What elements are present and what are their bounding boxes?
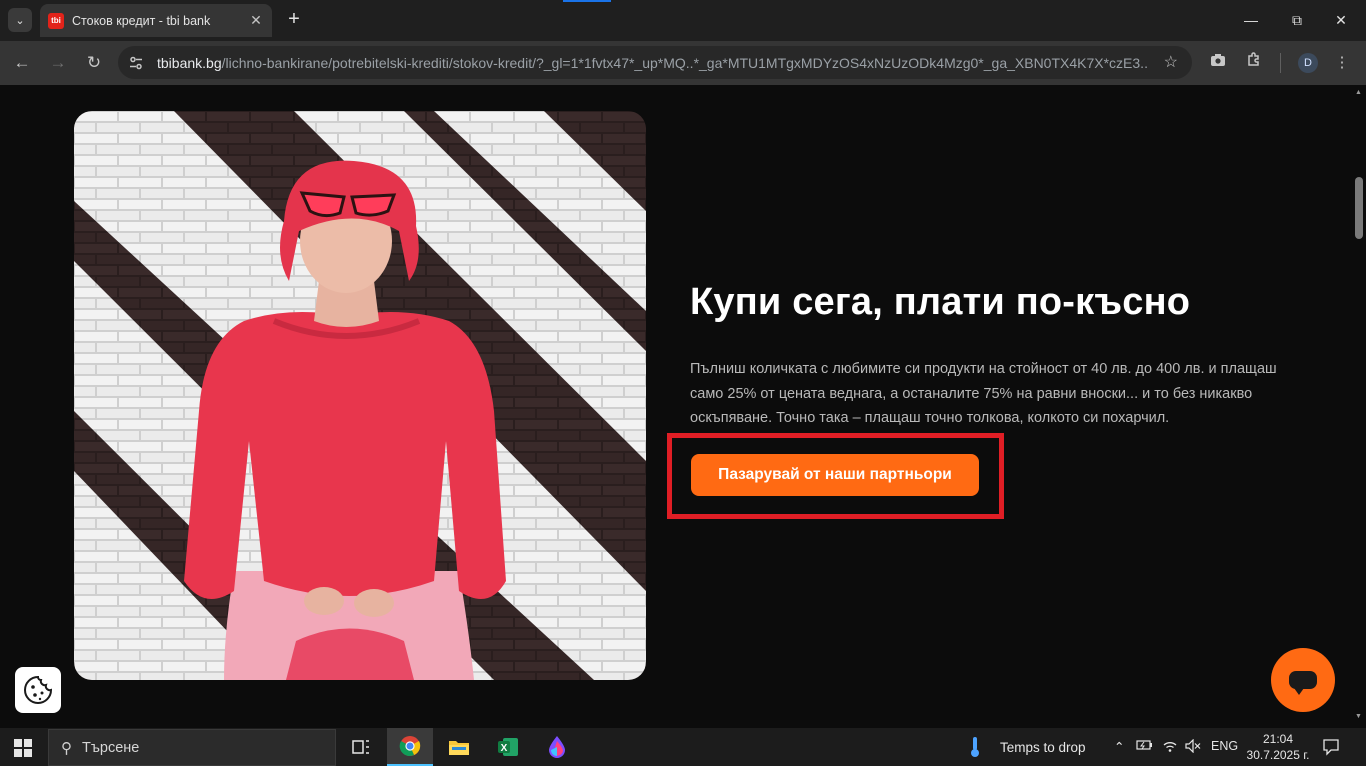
- taskbar-search-placeholder: Търсене: [82, 739, 140, 756]
- chat-bubble-icon: [1289, 671, 1317, 695]
- color-drop-app-icon[interactable]: [534, 728, 580, 766]
- battery-charging-icon[interactable]: [1136, 739, 1154, 754]
- camera-icon[interactable]: [1206, 51, 1230, 75]
- hero-headline: Купи сега, плати по-късно: [690, 281, 1191, 323]
- input-language-indicator[interactable]: ENG: [1211, 739, 1238, 753]
- bookmark-star-icon[interactable]: ☆: [1164, 52, 1178, 72]
- restore-button[interactable]: ⧉: [1282, 6, 1312, 34]
- web-page: Купи сега, плати по-късно Пълниш количка…: [0, 85, 1352, 728]
- profile-avatar[interactable]: D: [1298, 53, 1318, 73]
- scrollbar-thumb[interactable]: [1355, 177, 1363, 239]
- file-explorer-icon[interactable]: [436, 728, 482, 766]
- close-window-button[interactable]: ✕: [1326, 6, 1356, 34]
- toolbar-separator: [1280, 53, 1281, 73]
- chat-button[interactable]: [1271, 648, 1335, 712]
- task-view-icon[interactable]: [338, 728, 384, 766]
- windows-start-icon[interactable]: [14, 739, 32, 757]
- volume-muted-icon[interactable]: [1185, 738, 1201, 756]
- back-button[interactable]: ←: [8, 49, 36, 77]
- minimize-button[interactable]: —: [1236, 6, 1266, 34]
- forward-button[interactable]: →: [44, 49, 72, 77]
- tab-title: Стоков кредит - tbi bank: [72, 13, 211, 28]
- clock-date: 30.7.2025 г.: [1246, 748, 1310, 762]
- scroll-down-arrow-icon[interactable]: ▼: [1355, 713, 1362, 720]
- svg-text:X: X: [501, 743, 508, 754]
- taskbar-search-box[interactable]: ⚲ Търсене: [48, 729, 336, 766]
- system-clock[interactable]: 21:04 30.7.2025 г.: [1246, 731, 1310, 763]
- weather-widget[interactable]: Temps to drop: [968, 736, 1086, 758]
- chevron-down-icon: ⌄: [15, 14, 25, 27]
- reload-button[interactable]: ↻: [80, 49, 108, 77]
- show-hidden-icons-chevron-icon[interactable]: ⌃: [1114, 739, 1124, 754]
- tab-drag-indicator: [563, 0, 611, 2]
- chrome-taskbar-icon[interactable]: [387, 728, 433, 766]
- hero-image: [74, 111, 646, 680]
- browser-tab-strip: ⌄ tbi Стоков кредит - tbi bank ✕ + — ⧉ ✕: [0, 0, 1366, 41]
- page-scrollbar[interactable]: ▲ ▼: [1352, 85, 1366, 728]
- thermometer-icon: [971, 737, 979, 757]
- cookie-icon: [24, 675, 53, 704]
- browser-toolbar: ← → ↻ tbibank.bg/lichno-bankirane/potreb…: [0, 41, 1366, 85]
- url-host: tbibank.bg: [157, 54, 222, 71]
- cookie-settings-button[interactable]: [15, 667, 61, 713]
- tab-search-button[interactable]: ⌄: [8, 8, 32, 32]
- browser-tab-active[interactable]: tbi Стоков кредит - tbi bank ✕: [40, 4, 272, 37]
- excel-icon[interactable]: X: [485, 728, 531, 766]
- hero-description: Пълниш количката с любимите си продукти …: [690, 361, 1277, 426]
- extensions-puzzle-icon[interactable]: [1242, 51, 1266, 75]
- clock-time: 21:04: [1262, 732, 1294, 746]
- tbi-favicon-icon: tbi: [48, 12, 64, 29]
- new-tab-button[interactable]: +: [282, 8, 306, 32]
- url-path: /lichno-bankirane/potrebitelski-krediti/…: [221, 54, 1147, 71]
- menu-kebab-icon[interactable]: ⋮: [1330, 51, 1354, 75]
- address-bar[interactable]: tbibank.bg/lichno-bankirane/potrebitelsk…: [118, 46, 1192, 79]
- wifi-icon[interactable]: [1162, 739, 1178, 756]
- windows-taskbar: ⚲ Търсене X Temps to drop ⌃ ENG 21:04 30…: [0, 728, 1366, 766]
- tab-close-icon[interactable]: ✕: [248, 12, 264, 29]
- site-info-icon[interactable]: [123, 50, 149, 76]
- url-text: tbibank.bg/lichno-bankirane/potrebitelsk…: [157, 55, 1147, 71]
- scroll-up-arrow-icon[interactable]: ▲: [1355, 89, 1362, 96]
- search-icon: ⚲: [61, 739, 72, 757]
- weather-text: Temps to drop: [1000, 739, 1086, 755]
- notification-center-icon[interactable]: [1322, 738, 1340, 761]
- shop-partners-button[interactable]: Пазарувай от наши партньори: [691, 454, 979, 496]
